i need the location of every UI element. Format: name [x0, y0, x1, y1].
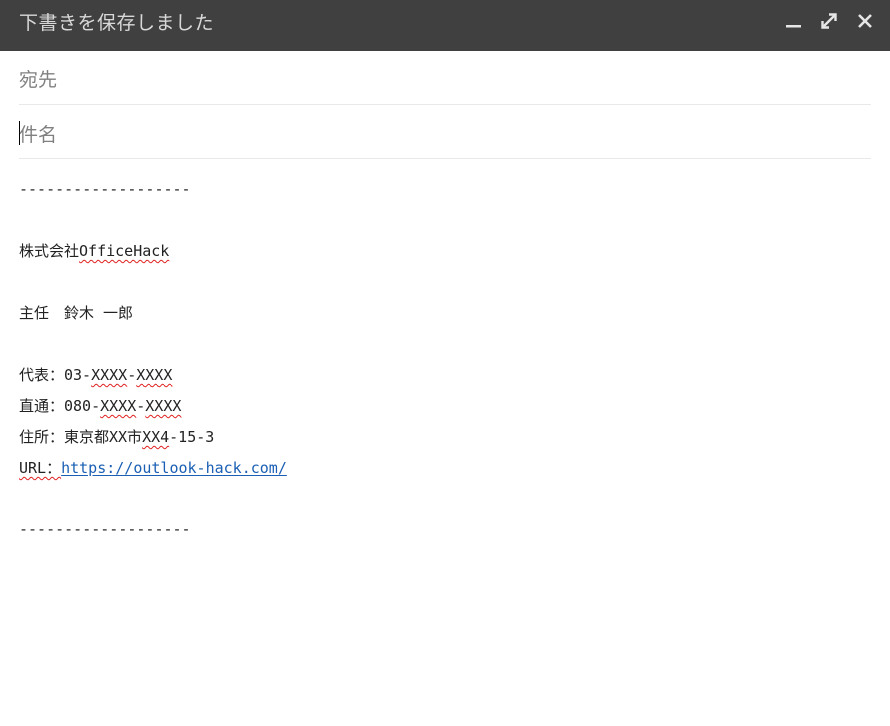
pop-out-button[interactable]: [818, 10, 840, 32]
subject-field[interactable]: 件名: [19, 105, 871, 159]
rep-part1: XXXX: [91, 366, 128, 384]
direct-part2: XXXX: [145, 397, 182, 415]
address-suffix: -15-3: [169, 428, 215, 446]
close-icon: [858, 14, 872, 28]
rep-part2: XXXX: [136, 366, 173, 384]
direct-part1: XXXX: [100, 397, 137, 415]
to-label: 宛先: [19, 69, 58, 91]
close-button[interactable]: [854, 10, 876, 32]
rep-label: 代表：03-: [19, 366, 92, 384]
direct-dash: -: [136, 397, 146, 415]
address-prefix: 住所：東京都XX市: [19, 428, 143, 446]
minimize-button[interactable]: [782, 10, 804, 32]
rep-dash: -: [127, 366, 137, 384]
minimize-icon: [786, 25, 801, 28]
signature-separator-top: -------------------: [19, 180, 191, 198]
direct-label: 直通：080-: [19, 397, 101, 415]
signature-direct-phone: 直通：080-XXXX-XXXX: [19, 396, 181, 416]
url-link[interactable]: https://outlook-hack.com/: [61, 459, 287, 477]
signature-rep-phone: 代表：03-XXXX-XXXX: [19, 365, 172, 385]
compose-title: 下書きを保存しました: [19, 12, 215, 34]
company-name: OfficeHack: [79, 242, 170, 260]
compose-titlebar[interactable]: 下書きを保存しました: [0, 0, 890, 51]
compose-window: 下書きを保存しました 宛先 件名 ------------------- 株式会…: [0, 0, 890, 726]
signature-url: URL：https://outlook-hack.com/: [19, 458, 287, 478]
signature-company: 株式会社OfficeHack: [19, 241, 169, 261]
signature-name: 主任 鈴木 一郎: [19, 304, 134, 322]
address-underlined: XX4: [142, 428, 170, 446]
signature-address: 住所：東京都XX市XX4-15-3: [19, 427, 214, 447]
company-prefix: 株式会社: [19, 242, 80, 260]
signature-separator-bottom: -------------------: [19, 520, 191, 538]
pop-out-icon: [821, 13, 837, 29]
to-field[interactable]: 宛先: [19, 51, 871, 105]
subject-label: 件名: [19, 124, 58, 146]
message-body[interactable]: ------------------- 株式会社OfficeHack 主任 鈴木…: [19, 159, 871, 719]
url-label: URL：: [19, 459, 62, 477]
